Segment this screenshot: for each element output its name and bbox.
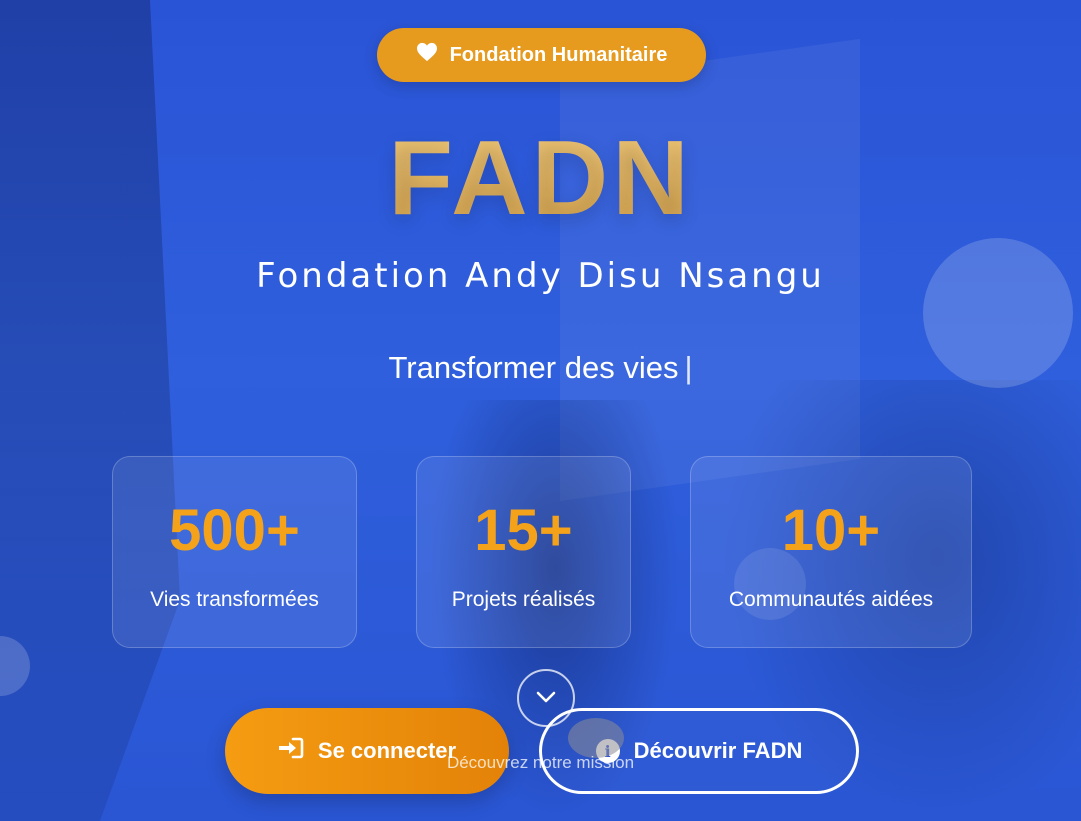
heart-icon (416, 42, 438, 68)
hero-subtitle: Fondation Andy Disu Nsangu (256, 256, 825, 296)
mouse-cursor-highlight (568, 718, 624, 758)
stat-label: Projets réalisés (451, 588, 596, 611)
badge-label: Fondation Humanitaire (449, 43, 668, 66)
decorative-bubble (0, 636, 30, 696)
hero-tagline: Transformer des vies | (0, 350, 1081, 386)
hero-title: FADN (0, 118, 1081, 239)
stat-label: Communautés aidées (728, 588, 934, 611)
foundation-badge: Fondation Humanitaire (377, 28, 706, 82)
login-button[interactable]: Se connecter (225, 708, 509, 794)
tagline-text: Transformer des vies (388, 350, 679, 385)
scroll-hint: Découvrez notre mission (446, 753, 635, 772)
stat-value: 15+ (474, 498, 573, 563)
stat-card: 500+ Vies transformées (112, 456, 357, 648)
stat-label: Vies transformées (150, 588, 319, 611)
stat-value: 10+ (781, 498, 881, 563)
scroll-down-button[interactable] (517, 669, 575, 727)
chevron-down-icon (535, 689, 557, 708)
stat-value: 500+ (169, 498, 300, 563)
stat-card: 15+ Projets réalisés (416, 456, 631, 648)
stat-card: 10+ Communautés aidées (690, 456, 972, 648)
typing-cursor: | (684, 350, 693, 385)
